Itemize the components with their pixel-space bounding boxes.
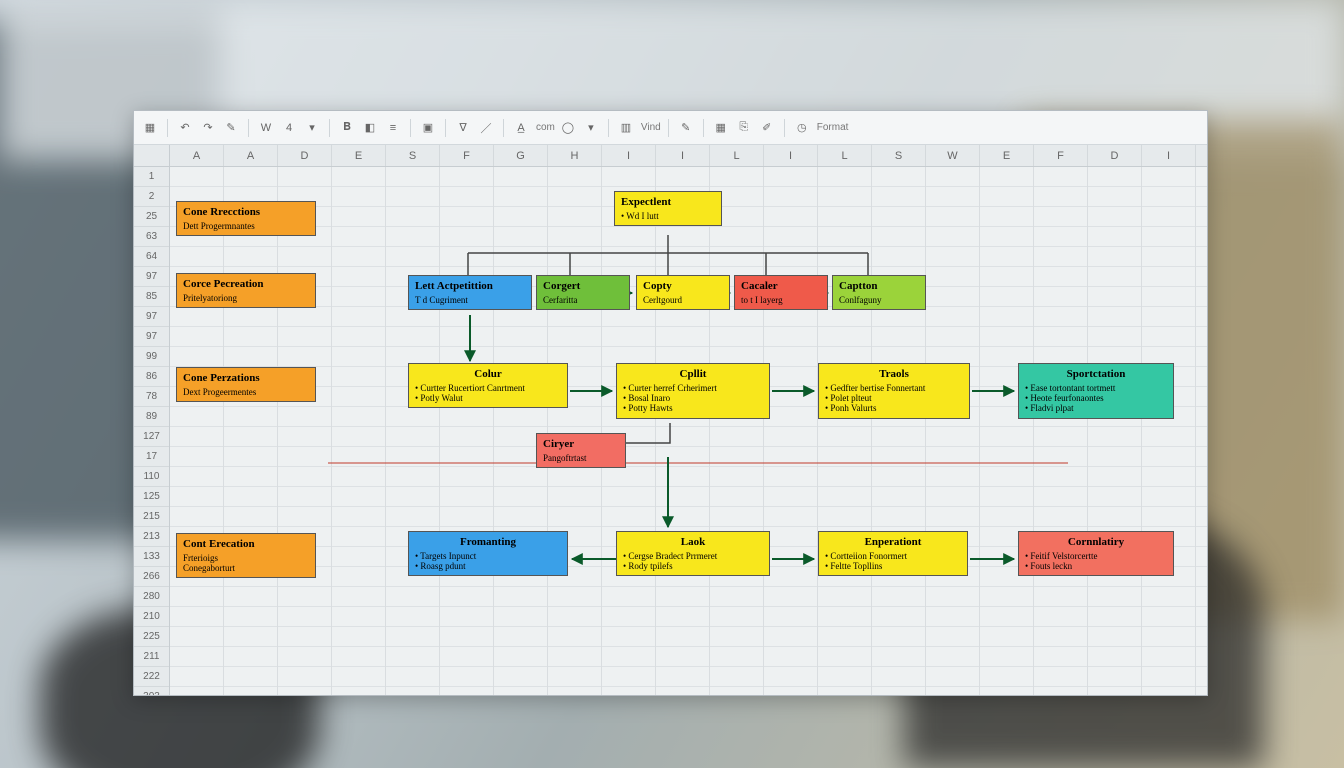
column-header[interactable]: L <box>710 145 764 166</box>
node-row3-2[interactable]: TraolsGedfter bertise FonnertantPolet pl… <box>818 363 970 419</box>
circle-icon[interactable]: ◯ <box>558 117 578 139</box>
row-header[interactable]: 303 <box>134 687 169 695</box>
image-icon[interactable]: ▣ <box>418 117 438 139</box>
sidebar-label-2: Corce Pecreation Pritelyatoriong <box>176 273 316 308</box>
row-header[interactable]: 125 <box>134 487 169 507</box>
column-header[interactable]: D <box>1088 145 1142 166</box>
row-header[interactable]: 97 <box>134 267 169 287</box>
column-header[interactable]: S <box>872 145 926 166</box>
align-icon[interactable]: ≡ <box>383 117 403 139</box>
row-header[interactable]: 89 <box>134 407 169 427</box>
dropdown-icon[interactable]: ▾ <box>302 117 322 139</box>
column-header[interactable]: A <box>170 145 224 166</box>
row-header[interactable]: 25 <box>134 207 169 227</box>
row-header[interactable]: 133 <box>134 547 169 567</box>
column-header[interactable]: G <box>494 145 548 166</box>
node-row2-1[interactable]: CorgertCerfaritta <box>536 275 630 310</box>
row-header[interactable]: 211 <box>134 647 169 667</box>
dropdown2-icon[interactable]: ▾ <box>581 117 601 139</box>
node-row2-0[interactable]: Lett ActpetittionT d Cugriment <box>408 275 532 310</box>
brush-icon[interactable]: ✐ <box>757 117 777 139</box>
column-headers: AADESFGHIILILSWEFDI <box>134 145 1207 167</box>
app-icon[interactable]: ▦ <box>140 117 160 139</box>
column-header[interactable]: D <box>278 145 332 166</box>
row-header[interactable]: 213 <box>134 527 169 547</box>
row-header[interactable]: 97 <box>134 327 169 347</box>
sidebar-label-4: Cont Erecation Frterioigs Conegaborturt <box>176 533 316 578</box>
paint-icon[interactable]: ✎ <box>221 117 241 139</box>
bold-icon[interactable]: 𝐁 <box>337 117 357 139</box>
node-row4-0[interactable]: FromantingTargets InpunctRoasg pdunt <box>408 531 568 576</box>
column-header[interactable]: S <box>386 145 440 166</box>
undo-icon[interactable]: ↶ <box>175 117 195 139</box>
row-header[interactable]: 64 <box>134 247 169 267</box>
node-row2-2[interactable]: CoptyCerltgourd <box>636 275 730 310</box>
select-all-corner[interactable] <box>134 145 170 166</box>
row-headers: 1225636497859797998678891271711012521521… <box>134 167 170 695</box>
row-header[interactable]: 215 <box>134 507 169 527</box>
table-icon[interactable]: ▦ <box>711 117 731 139</box>
column-header[interactable]: I <box>656 145 710 166</box>
column-header[interactable]: E <box>332 145 386 166</box>
column-header[interactable]: W <box>926 145 980 166</box>
column-header[interactable]: H <box>548 145 602 166</box>
sidebar-label-1: Cone Rrecctions Dett Progermnantes <box>176 201 316 236</box>
column-header[interactable]: I <box>602 145 656 166</box>
node-ciryer[interactable]: Ciryer Pangoftrtast <box>536 433 626 468</box>
column-header[interactable]: I <box>1142 145 1196 166</box>
node-row4-2[interactable]: EnperationtCortteiion FonormertFeltte To… <box>818 531 968 576</box>
node-row3-0[interactable]: ColurCurtter Rucertiort CanrtmentPotly W… <box>408 363 568 408</box>
line-icon[interactable]: ／ <box>476 117 496 139</box>
com-label: com <box>536 122 555 133</box>
row-header[interactable]: 2 <box>134 187 169 207</box>
row-header[interactable]: 222 <box>134 667 169 687</box>
row-header[interactable]: 110 <box>134 467 169 487</box>
chart-icon[interactable]: ▥ <box>616 117 636 139</box>
row-header[interactable]: 99 <box>134 347 169 367</box>
column-header[interactable]: L <box>818 145 872 166</box>
font-letter[interactable]: W <box>256 117 276 139</box>
column-header[interactable]: A <box>224 145 278 166</box>
column-header[interactable]: F <box>440 145 494 166</box>
pen-icon[interactable]: ✎ <box>676 117 696 139</box>
node-row2-3[interactable]: Cacalerto t I layerg <box>734 275 828 310</box>
row-header[interactable]: 127 <box>134 427 169 447</box>
node-top[interactable]: Expectlent • Wd I lutt <box>614 191 722 226</box>
toolbar: ▦ ↶ ↷ ✎ W 4 ▾ 𝐁 ◧ ≡ ▣ ∇ ／ A̲ com ◯ ▾ ▥ V… <box>134 111 1207 145</box>
format-label: Format <box>817 122 849 133</box>
node-row3-1[interactable]: CpllitCurter herref CrherimertBosal Inar… <box>616 363 770 419</box>
node-row4-1[interactable]: LaokCergse Bradect PrrmeretRody tpilefs <box>616 531 770 576</box>
row-header[interactable]: 78 <box>134 387 169 407</box>
row-header[interactable]: 210 <box>134 607 169 627</box>
spreadsheet-window: ▦ ↶ ↷ ✎ W 4 ▾ 𝐁 ◧ ≡ ▣ ∇ ／ A̲ com ◯ ▾ ▥ V… <box>133 110 1208 696</box>
column-header[interactable]: E <box>980 145 1034 166</box>
redo-icon[interactable]: ↷ <box>198 117 218 139</box>
vind-label: Vind <box>641 122 661 133</box>
row-header[interactable]: 63 <box>134 227 169 247</box>
row-header[interactable]: 1 <box>134 167 169 187</box>
column-header[interactable]: F <box>1034 145 1088 166</box>
sheet-canvas[interactable]: Cone Rrecctions Dett Progermnantes Corce… <box>170 167 1207 695</box>
font-size[interactable]: 4 <box>279 117 299 139</box>
node-row4-3[interactable]: CornnlatiryFeitif VelstorcertteFouts lec… <box>1018 531 1174 576</box>
link-icon[interactable]: ⎘ <box>734 117 754 139</box>
filter-icon[interactable]: ∇ <box>453 117 473 139</box>
row-header[interactable]: 86 <box>134 367 169 387</box>
fontcolor-icon[interactable]: A̲ <box>511 117 531 139</box>
column-header[interactable]: I <box>764 145 818 166</box>
row-header[interactable]: 97 <box>134 307 169 327</box>
row-header[interactable]: 85 <box>134 287 169 307</box>
row-header[interactable]: 280 <box>134 587 169 607</box>
node-row2-4[interactable]: CapttonConlfaguny <box>832 275 926 310</box>
highlight-icon[interactable]: ◧ <box>360 117 380 139</box>
row-header[interactable]: 266 <box>134 567 169 587</box>
sidebar-label-3: Cone Perzations Dext Progeermentes <box>176 367 316 402</box>
settings-icon[interactable]: ◷ <box>792 117 812 139</box>
row-header[interactable]: 17 <box>134 447 169 467</box>
row-header[interactable]: 225 <box>134 627 169 647</box>
node-row3-3[interactable]: SportctationEase tortontant tortmettHeot… <box>1018 363 1174 419</box>
